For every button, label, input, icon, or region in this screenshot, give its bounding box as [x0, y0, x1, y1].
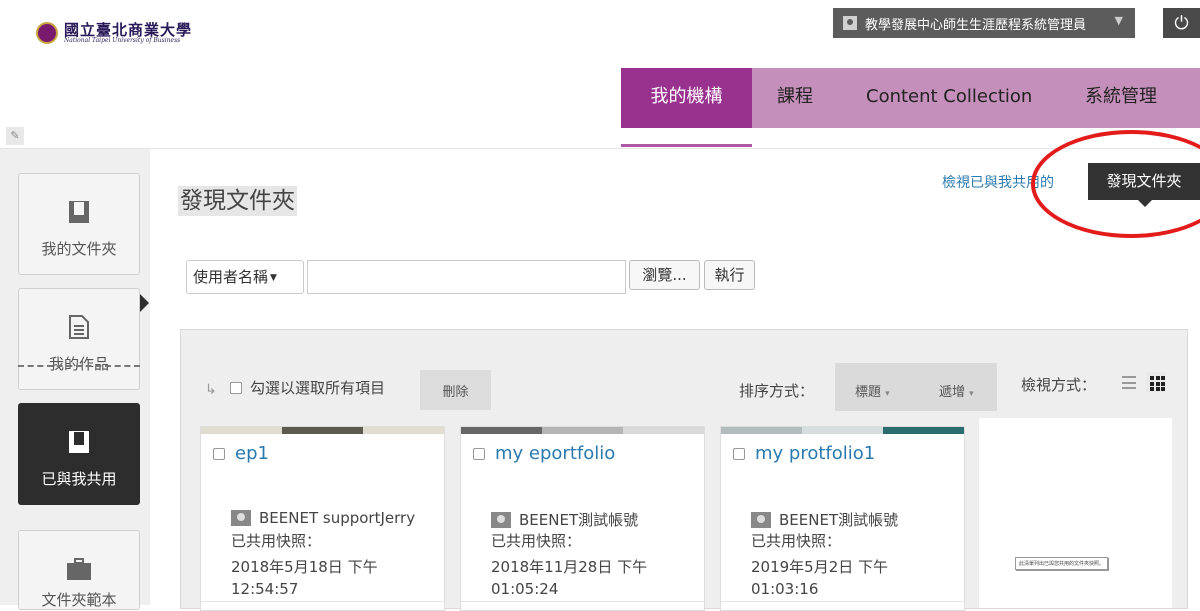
- sort-by-dropdown[interactable]: 標題 ▾: [855, 381, 890, 400]
- portfolio-card[interactable]: ep1 BEENET supportJerry 已共用快照： 2018年5月18…: [200, 426, 445, 611]
- checkbox[interactable]: [733, 447, 745, 460]
- tab-content-collection[interactable]: Content Collection: [866, 68, 1032, 128]
- card-owner: BEENET supportJerry: [231, 509, 415, 527]
- snapshot-label: 已共用快照：: [231, 532, 322, 550]
- seal-icon: [36, 22, 58, 44]
- search-input[interactable]: [307, 260, 626, 294]
- select-arrow-icon: ↳: [205, 382, 217, 398]
- pencil-icon[interactable]: ✎: [6, 127, 24, 145]
- page-title: 發現文件夾: [178, 186, 297, 216]
- sort-order-dropdown[interactable]: 遞增 ▾: [939, 381, 974, 400]
- active-indicator: [140, 294, 149, 312]
- avatar-icon: [751, 511, 771, 528]
- document-icon: [69, 315, 89, 339]
- card-footer: [461, 601, 704, 602]
- chevron-down-icon: ▾: [969, 389, 974, 399]
- logo-title: 國立臺北商業大學: [64, 20, 193, 39]
- sidebar-item-label: 文件夾範本: [41, 591, 117, 609]
- card-title[interactable]: ep1: [213, 443, 269, 464]
- logo-subtitle: National Taipei University of Business: [64, 36, 181, 44]
- card-title[interactable]: my protfolio1: [733, 443, 875, 464]
- snapshot-date: 2019年5月2日 下午: [751, 558, 889, 576]
- snapshot-time: 01:03:16: [751, 580, 819, 598]
- color-strip: [721, 427, 964, 434]
- user-menu[interactable]: 教學發展中心師生生涯歷程系統管理員 ▼: [833, 8, 1135, 38]
- card-footer: [721, 601, 964, 602]
- card-footer: [201, 601, 444, 602]
- sidebar-item-label: 我的文件夾: [41, 240, 117, 258]
- snapshot-label: 已共用快照：: [751, 532, 842, 550]
- logout-button[interactable]: ⏻: [1163, 8, 1200, 38]
- color-strip: [201, 427, 444, 434]
- sidebar-item-my-artifacts[interactable]: 我的作品: [18, 288, 140, 390]
- highlight-annotation: [1031, 130, 1200, 238]
- sidebar-item-portfolio-templates[interactable]: 文件夾範本: [18, 530, 140, 610]
- sidebar-item-my-portfolios[interactable]: 我的文件夾: [18, 173, 140, 275]
- book-icon: [69, 431, 89, 453]
- card-title[interactable]: my eportfolio: [473, 443, 615, 464]
- avatar-icon: [231, 510, 251, 526]
- snapshot-date: 2018年5月18日 下午: [231, 558, 378, 576]
- sidebar-item-label: 我的作品: [48, 355, 109, 373]
- tab-my-institution[interactable]: 我的機構: [621, 68, 752, 128]
- info-card: 此清單列出已與您共用的文件夾快照。: [979, 418, 1172, 608]
- select-all[interactable]: 勾選以選取所有項目: [230, 377, 385, 398]
- chevron-down-icon: ▼: [1114, 14, 1123, 27]
- list-view-icon[interactable]: [1122, 376, 1136, 389]
- chevron-down-icon: ▾: [885, 389, 890, 399]
- avatar-icon: [491, 511, 511, 528]
- snapshot-time: 01:05:24: [491, 580, 559, 598]
- checkbox[interactable]: [473, 447, 485, 460]
- sort-label: 排序方式：: [739, 382, 815, 400]
- briefcase-icon: [67, 558, 91, 580]
- browse-button[interactable]: 瀏覽...: [629, 260, 700, 290]
- sort-controls: 標題 ▾ 遞增 ▾: [835, 363, 997, 411]
- sidebar-item-label: 已與我共用: [41, 470, 117, 488]
- view-mode-label: 檢視方式：: [1021, 376, 1097, 394]
- checkbox[interactable]: [213, 447, 225, 460]
- tab-system-admin[interactable]: 系統管理: [1085, 68, 1157, 128]
- main-nav: 我的機構 課程 Content Collection 系統管理: [621, 68, 1200, 128]
- card-owner: BEENET測試帳號: [491, 509, 638, 530]
- delete-button[interactable]: 刪除: [420, 370, 491, 410]
- snapshot-label: 已共用快照：: [491, 532, 582, 550]
- power-icon: ⏻: [1174, 12, 1189, 34]
- active-tab-underline: [621, 144, 752, 147]
- sidebar-item-shared-with-me[interactable]: 已與我共用: [18, 403, 140, 505]
- university-logo[interactable]: 國立臺北商業大學 National Taipei University of B…: [36, 22, 192, 44]
- color-strip: [461, 427, 704, 434]
- grid-view-icon[interactable]: [1146, 372, 1166, 392]
- snapshot-time: 12:54:57: [231, 580, 299, 598]
- checkbox[interactable]: [230, 381, 242, 394]
- portfolio-card[interactable]: my protfolio1 BEENET測試帳號 已共用快照： 2019年5月2…: [720, 426, 965, 611]
- snapshot-date: 2018年11月28日 下午: [491, 558, 648, 576]
- card-owner: BEENET測試帳號: [751, 509, 898, 530]
- divider: [0, 148, 1200, 149]
- dropdown-arrow-icon: ▼: [270, 273, 277, 283]
- user-icon: [843, 16, 857, 30]
- user-name: 教學發展中心師生生涯歷程系統管理員: [865, 17, 1087, 33]
- top-bar: 國立臺北商業大學 National Taipei University of B…: [0, 0, 1200, 50]
- go-button[interactable]: 執行: [704, 260, 755, 290]
- info-note: 此清單列出已與您共用的文件夾快照。: [1015, 557, 1109, 570]
- book-icon: [69, 201, 89, 223]
- portfolio-card[interactable]: my eportfolio BEENET測試帳號 已共用快照： 2018年11月…: [460, 426, 705, 611]
- tab-courses[interactable]: 課程: [777, 68, 813, 128]
- sidebar-divider: [18, 365, 140, 367]
- search-field-select[interactable]: 使用者名稱 ▼: [186, 260, 304, 294]
